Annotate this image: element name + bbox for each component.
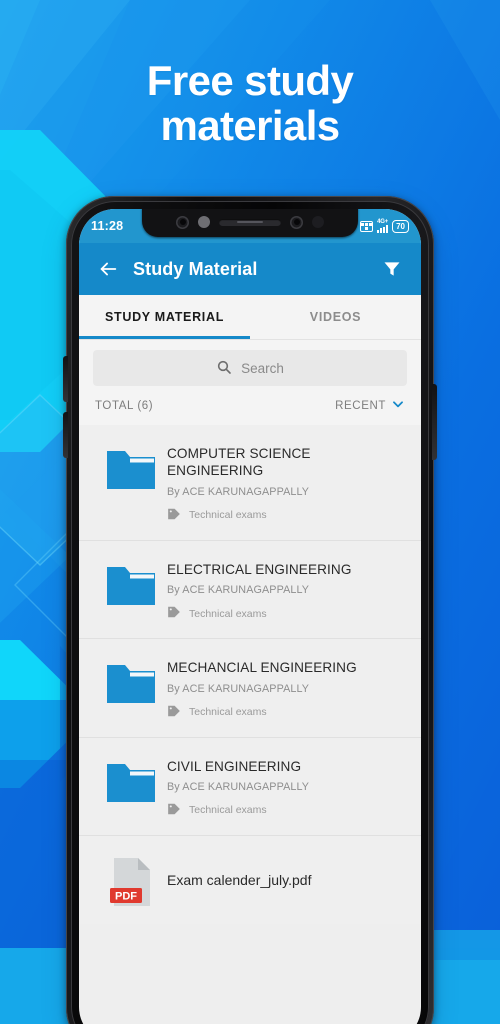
search-placeholder: Search (241, 360, 284, 376)
item-author: By ACE KARUNAGAPPALLY (167, 485, 310, 498)
poster-headline: Free study materials (0, 58, 500, 149)
light-sensor-icon (312, 216, 324, 228)
total-count-label: TOTAL (6) (95, 399, 154, 412)
volume-up-button[interactable] (63, 356, 68, 402)
tab-videos[interactable]: VIDEOS (250, 295, 421, 339)
item-content: MECHANCIAL ENGINEERING By ACE KARUNAGAPP… (167, 657, 405, 720)
table-row[interactable]: CIVIL ENGINEERING By ACE KARUNAGAPPALLY … (79, 737, 421, 836)
tag-label: Technical exams (189, 607, 267, 620)
tag-label: Technical exams (189, 804, 267, 817)
tab-study-material[interactable]: STUDY MATERIAL (79, 295, 250, 339)
file-name: Exam calender_july.pdf (167, 871, 312, 888)
item-content: CIVIL ENGINEERING By ACE KARUNAGAPPALLY … (167, 756, 405, 819)
app-bar: Study Material (79, 243, 421, 295)
table-row[interactable]: COMPUTER SCIENCE ENGINEERING By ACE KARU… (79, 425, 421, 541)
secondary-camera-icon (290, 215, 303, 229)
search-section: Search (79, 340, 421, 394)
status-bar: 11:28 4G+ 70 (79, 209, 421, 243)
phone-mockup: 11:28 4G+ 70 Study Material STUDY MATERI… (63, 196, 437, 1024)
volume-down-button[interactable] (63, 412, 68, 458)
signal-strength-bars (377, 225, 389, 233)
search-icon (216, 359, 232, 378)
status-indicators: 4G+ 70 (360, 219, 409, 233)
table-row[interactable]: MECHANCIAL ENGINEERING By ACE KARUNAGAPP… (79, 639, 421, 738)
list-toolbar: TOTAL (6) RECENT (79, 394, 421, 425)
sort-selector[interactable]: RECENT (335, 397, 405, 414)
front-camera-icon (176, 215, 189, 229)
status-clock: 11:28 (91, 219, 124, 233)
display-notch (142, 209, 358, 237)
earpiece-speaker-icon (219, 218, 281, 226)
folder-icon (95, 559, 167, 607)
headline-line-1: Free study (146, 57, 354, 104)
folder-icon (95, 756, 167, 804)
phone-screen: 11:28 4G+ 70 Study Material STUDY MATERI… (79, 209, 421, 1024)
tag-label: Technical exams (189, 509, 267, 522)
item-content: COMPUTER SCIENCE ENGINEERING By ACE KARU… (167, 443, 405, 524)
item-tag: Technical exams (167, 704, 405, 721)
tab-bar: STUDY MATERIAL VIDEOS (79, 295, 421, 340)
tag-icon (167, 507, 181, 524)
item-author: By ACE KARUNAGAPPALLY (167, 584, 310, 597)
sim-card-icon (360, 220, 374, 232)
poster-canvas: Free study materials 11:28 4G+ 70 Study … (0, 0, 500, 1024)
back-arrow-icon[interactable] (91, 252, 125, 286)
tag-icon (167, 704, 181, 721)
item-tag: Technical exams (167, 605, 405, 622)
item-content: ELECTRICAL ENGINEERING By ACE KARUNAGAPP… (167, 559, 405, 622)
tag-icon (167, 802, 181, 819)
svg-text:PDF: PDF (115, 890, 137, 902)
proximity-sensor-icon (198, 216, 210, 228)
headline-line-2: materials (160, 102, 340, 150)
filter-funnel-icon[interactable] (375, 252, 409, 286)
item-author: By ACE KARUNAGAPPALLY (167, 682, 310, 695)
item-title: CIVIL ENGINEERING (167, 758, 302, 774)
chevron-down-icon (391, 397, 405, 414)
item-title: MECHANCIAL ENGINEERING (167, 660, 357, 676)
pdf-file-icon: PDF (95, 852, 167, 908)
battery-indicator: 70 (392, 219, 409, 233)
material-list: COMPUTER SCIENCE ENGINEERING By ACE KARU… (79, 425, 421, 924)
power-button[interactable] (432, 384, 437, 460)
page-title: Study Material (133, 258, 258, 279)
signal-bars-icon: 4G+ (377, 219, 388, 233)
search-input[interactable]: Search (93, 350, 407, 386)
list-item[interactable]: PDF Exam calender_july.pdf (79, 835, 421, 924)
item-author: By ACE KARUNAGAPPALLY (167, 780, 310, 793)
item-tag: Technical exams (167, 802, 405, 819)
tag-label: Technical exams (189, 706, 267, 719)
folder-icon (95, 657, 167, 705)
table-row[interactable]: ELECTRICAL ENGINEERING By ACE KARUNAGAPP… (79, 540, 421, 640)
tag-icon (167, 605, 181, 622)
sort-label: RECENT (335, 399, 386, 412)
phone-frame: 11:28 4G+ 70 Study Material STUDY MATERI… (63, 196, 437, 1024)
item-title: COMPUTER SCIENCE ENGINEERING (167, 446, 311, 479)
item-title: ELECTRICAL ENGINEERING (167, 561, 352, 577)
folder-icon (95, 443, 167, 491)
item-tag: Technical exams (167, 507, 405, 524)
